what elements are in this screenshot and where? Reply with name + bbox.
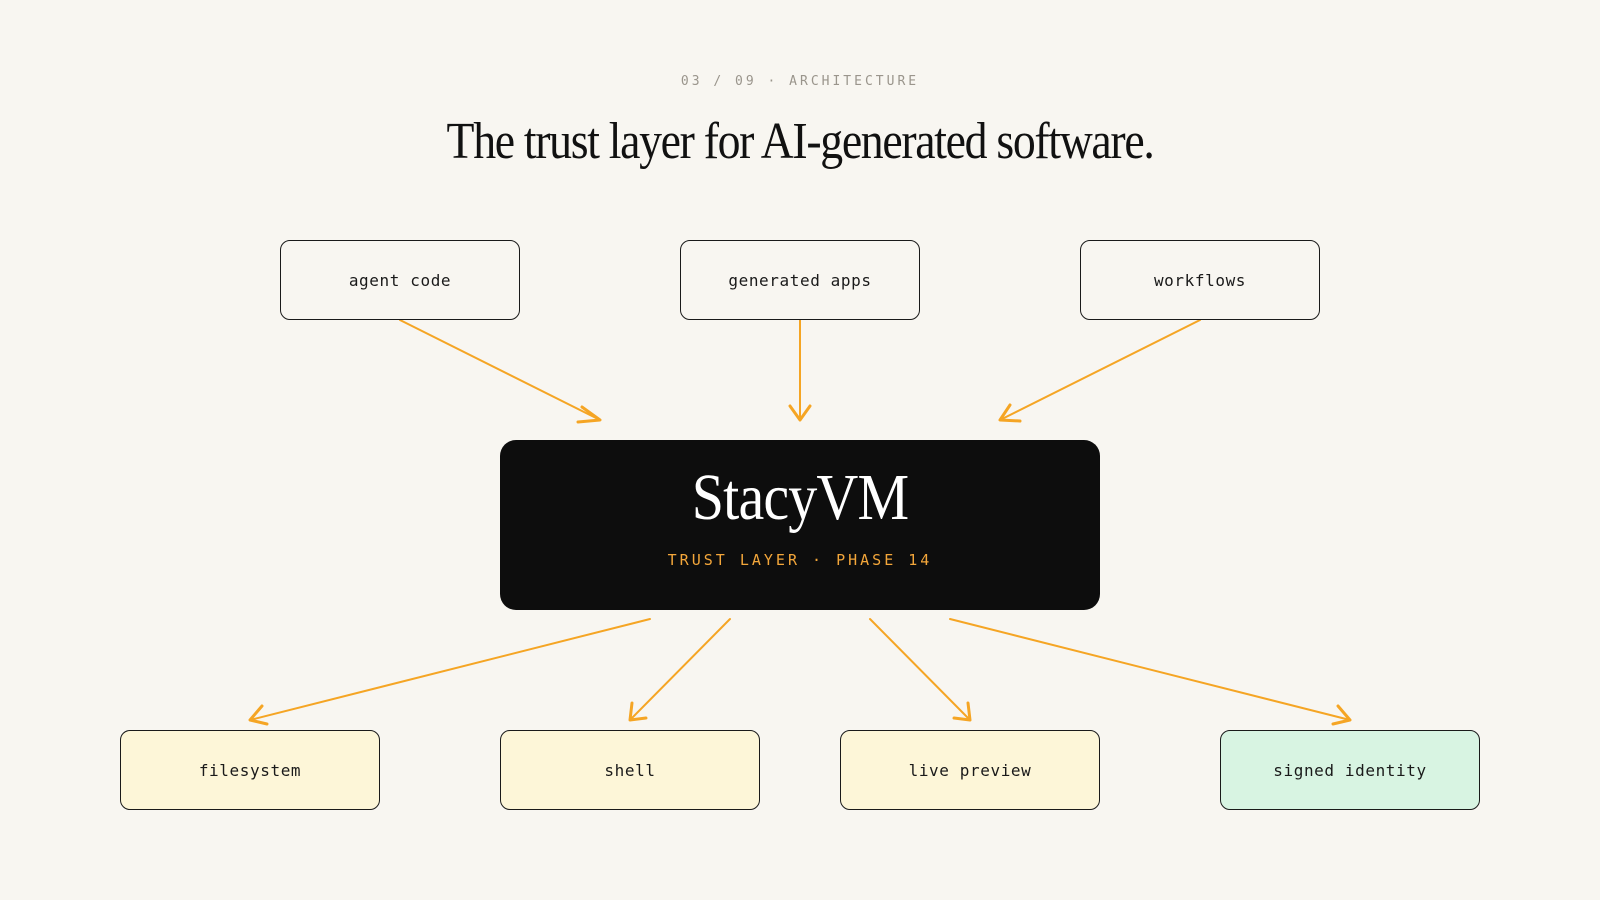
arrow-core-to-signed-identity <box>949 618 1351 721</box>
arrow-core-to-live-preview <box>869 618 971 721</box>
output-node-label: signed identity <box>1273 760 1427 780</box>
input-node-workflows: workflows <box>1080 240 1320 320</box>
output-node-label: filesystem <box>198 760 302 780</box>
arrow-core-to-filesystem <box>249 618 651 721</box>
core-title: StacyVM <box>691 461 909 534</box>
arrowhead-shell <box>628 701 648 722</box>
input-node-label: agent code <box>348 270 452 290</box>
output-node-shell: shell <box>500 730 760 810</box>
architecture-slide: 03 / 09 · ARCHITECTURE The trust layer f… <box>0 0 1600 900</box>
output-node-label: shell <box>604 760 656 780</box>
arrowhead-live-preview <box>952 701 972 722</box>
output-node-filesystem: filesystem <box>120 730 380 810</box>
arrowhead-filesystem <box>248 704 269 726</box>
page-title: The trust layer for AI-generated softwar… <box>446 113 1155 170</box>
arrowhead-workflows <box>998 403 1022 423</box>
input-node-agent-code: agent code <box>280 240 520 320</box>
core-subtitle: TRUST LAYER · PHASE 14 <box>667 551 933 569</box>
slide-counter: 03 / 09 · ARCHITECTURE <box>680 74 920 89</box>
core-node-stacyvm: StacyVM TRUST LAYER · PHASE 14 <box>500 440 1100 610</box>
arrow-core-to-shell <box>629 618 731 721</box>
arrowhead-signed-identity <box>1331 704 1352 726</box>
arrowhead-agent-code <box>576 405 602 424</box>
arrowhead-generated-apps <box>788 404 812 422</box>
arrow-workflows-to-core <box>999 319 1201 421</box>
output-node-label: live preview <box>908 760 1032 780</box>
output-node-signed-identity: signed identity <box>1220 730 1480 810</box>
input-node-generated-apps: generated apps <box>680 240 920 320</box>
input-node-label: workflows <box>1153 270 1247 290</box>
input-node-label: generated apps <box>728 270 872 290</box>
output-node-live-preview: live preview <box>840 730 1100 810</box>
arrow-agent-code-to-core <box>399 319 601 421</box>
